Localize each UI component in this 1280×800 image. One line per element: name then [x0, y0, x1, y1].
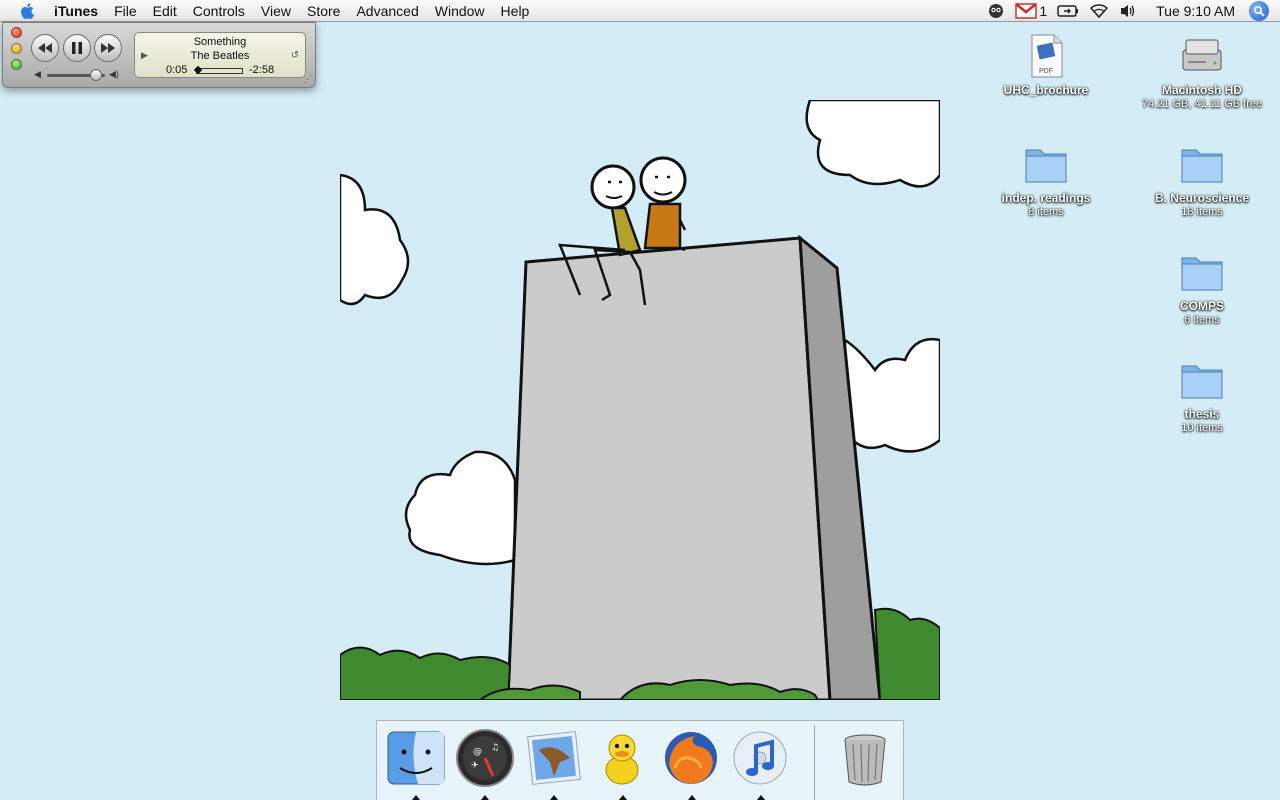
dock-itunes[interactable] [727, 725, 793, 791]
desktop-icon-indep-readings[interactable]: indep. readings 8 items [981, 140, 1111, 218]
volume-high-icon: ◀) [109, 69, 119, 79]
menu-window[interactable]: Window [427, 0, 493, 22]
trash-icon [844, 734, 886, 786]
pause-button[interactable] [63, 34, 91, 62]
folder-icon [1181, 257, 1223, 291]
svg-text:@: @ [473, 747, 482, 757]
firefox-icon [665, 732, 717, 784]
folder-icon [1181, 365, 1223, 399]
mail-icon [527, 731, 581, 785]
pdf-icon: PDF [1031, 34, 1063, 78]
running-indicator [412, 795, 420, 800]
desktop-icon-label: B. Neuroscience [1154, 191, 1250, 205]
desktop-icon-info: 18 items [1181, 206, 1223, 218]
dock-firefox[interactable] [658, 725, 724, 791]
svg-text:♫: ♫ [491, 743, 499, 753]
menu-controls[interactable]: Controls [185, 0, 253, 22]
grass-right [873, 607, 940, 700]
folder-icon [1025, 149, 1067, 183]
song-artist: The Beatles [190, 50, 250, 62]
remaining-time: -2:58 [249, 64, 275, 76]
dashboard-icon: @ ♫ ✈ [456, 729, 514, 787]
wallpaper-artwork [340, 100, 940, 700]
lcd-snapback-icon[interactable]: ↺ [291, 50, 299, 61]
menu-view[interactable]: View [253, 0, 299, 22]
menu-advanced[interactable]: Advanced [348, 0, 426, 22]
zoom-button[interactable] [11, 59, 22, 70]
apple-menu-icon[interactable] [16, 0, 40, 22]
spotlight-icon[interactable] [1249, 1, 1269, 21]
desktop-icon-info: 8 items [1028, 206, 1064, 218]
menu-file[interactable]: File [106, 0, 145, 22]
volume-icon[interactable] [1119, 0, 1137, 22]
menu-extras: 1 Tue 9:10 AM [982, 0, 1280, 22]
next-track-button[interactable] [94, 34, 122, 62]
menu-clock[interactable]: Tue 9:10 AM [1156, 3, 1235, 19]
dock-adium[interactable] [589, 725, 655, 791]
running-indicator [757, 795, 765, 800]
running-indicator [481, 795, 489, 800]
desktop-icon-comps[interactable]: COMPS 6 items [1137, 248, 1267, 326]
desktop-icon-label: UHC_brochure [1003, 83, 1089, 97]
desktop-icon-info: 74.21 GB, 41.11 GB free [1141, 98, 1263, 110]
wifi-icon[interactable] [1089, 0, 1109, 22]
desktop-icon-thesis[interactable]: thesis 10 items [1137, 356, 1267, 434]
owl-icon[interactable] [987, 0, 1005, 22]
hard-drive-icon [1182, 39, 1222, 71]
now-playing-display: ▶ Something The Beatles ↺ 0:05 -2:58 [134, 32, 306, 78]
gmail-unread-count: 1 [1039, 3, 1048, 19]
monolith-front [506, 236, 832, 700]
menu-store[interactable]: Store [299, 0, 348, 22]
running-indicator [550, 795, 558, 800]
itunes-mini-player: ◀ ◀) ▶ Something The Beatles ↺ 0:05 -2:5… [2, 22, 316, 88]
minimize-button[interactable] [11, 43, 22, 54]
desktop-icon-info: 6 items [1184, 314, 1220, 326]
dock-trash[interactable] [832, 725, 898, 791]
volume-slider-knob[interactable] [90, 69, 103, 81]
menu-edit[interactable]: Edit [145, 0, 185, 22]
dock-dashboard[interactable]: @ ♫ ✈ [452, 725, 518, 791]
desktop-icon-macintosh-hd[interactable]: Macintosh HD 74.21 GB, 41.11 GB free [1137, 32, 1267, 110]
song-title: Something [193, 36, 247, 48]
dock-mail[interactable] [521, 725, 587, 791]
finder-icon [387, 731, 445, 785]
pdf-badge-text: PDF [1039, 68, 1053, 75]
close-button[interactable] [11, 27, 22, 38]
itunes-icon [733, 731, 787, 785]
desktop-icon-label: Macintosh HD [1161, 83, 1242, 97]
menu-app-name[interactable]: iTunes [46, 0, 106, 22]
dock: @ ♫ ✈ [376, 720, 904, 800]
battery-icon[interactable] [1057, 0, 1079, 22]
dock-finder[interactable] [383, 725, 449, 791]
rewind-icon [38, 43, 52, 53]
progress-bar[interactable] [196, 68, 243, 74]
desktop-icon-info: 10 items [1181, 422, 1223, 434]
running-indicator [688, 795, 696, 800]
desktop-icon-b-neuroscience[interactable]: B. Neuroscience 18 items [1137, 140, 1267, 218]
fast-forward-icon [101, 43, 115, 53]
desktop-icon-label: thesis [1184, 407, 1220, 421]
desktop-icon-label: indep. readings [1001, 191, 1091, 205]
volume-low-icon: ◀ [34, 69, 41, 79]
gmail-icon[interactable]: 1 [1015, 0, 1047, 22]
previous-track-button[interactable] [31, 34, 59, 62]
elapsed-time: 0:05 [166, 64, 188, 76]
pause-icon [72, 42, 82, 54]
resize-grip-icon[interactable]: ⋰ [303, 74, 312, 85]
svg-text:✈: ✈ [471, 761, 479, 771]
menu-help[interactable]: Help [493, 0, 538, 22]
adium-icon [605, 734, 639, 785]
running-indicator [619, 795, 627, 800]
desktop-icon-label: COMPS [1179, 299, 1224, 313]
folder-icon [1181, 149, 1223, 183]
desktop-icon-uhc-brochure[interactable]: PDF UHC_brochure [981, 32, 1111, 97]
dock-separator [814, 725, 815, 800]
menu-bar: iTunes File Edit Controls View Store Adv… [0, 0, 1280, 22]
